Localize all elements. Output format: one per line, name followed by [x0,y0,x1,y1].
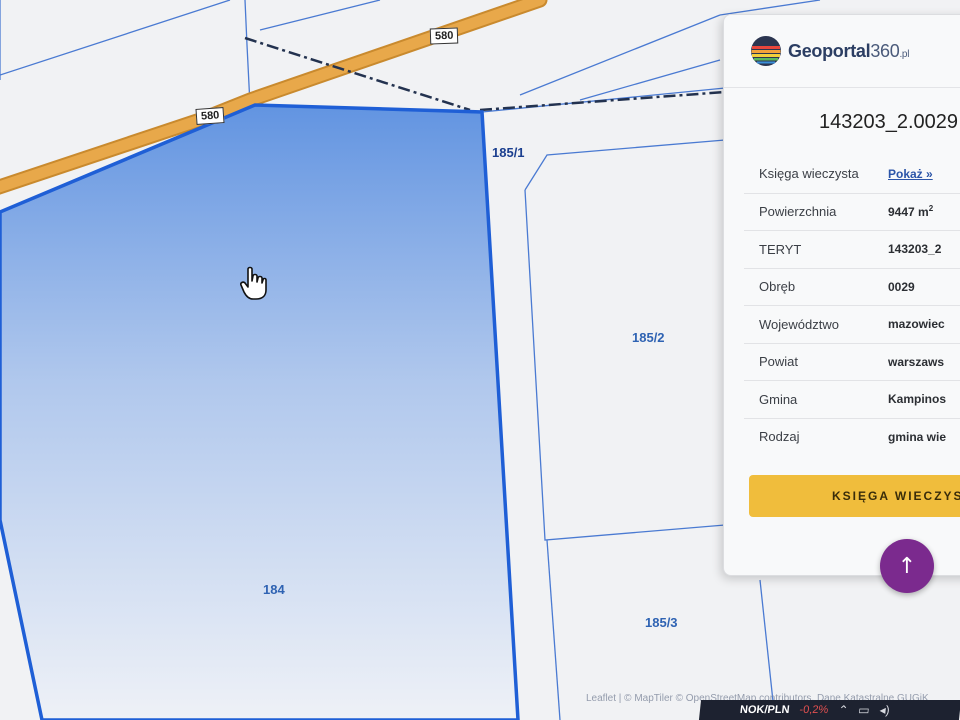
rodzaj-value: gmina wie [888,429,947,444]
brand-logo[interactable]: Geoportal360.pl [750,33,909,69]
area-value: 9447 m2 [888,204,933,219]
scroll-up-button[interactable]: ↑ [880,539,934,593]
parcel-label-185-3[interactable]: 185/3 [645,615,678,630]
brand-tld: .pl [899,48,910,60]
info-row-rodzaj: Rodzaj gmina wie [744,417,960,456]
info-key: Rodzaj [759,429,800,445]
parcel-info-popup: Geoportal360.pl 143203_2.0029 Księga wie… [723,14,960,576]
parcel-label-185-1[interactable]: 185/1 [492,145,525,160]
powiat-value: warszaws [888,354,945,369]
hand-pointer-cursor-icon [240,266,267,300]
currency-ticker[interactable]: NOK/PLN [739,704,790,716]
area-number: 9447 m [888,205,929,220]
info-key: Obręb [759,279,796,295]
gmina-value: Kampinos [888,392,947,407]
parcel-id-title: 143203_2.0029 [819,111,959,133]
info-row-teryt: TERYT 143203_2 [744,230,960,268]
selected-parcel-184[interactable] [0,103,520,720]
os-taskbar: NOK/PLN -0,2% ⌃ ▭ ◂) [698,700,960,720]
brand-name-text: Geoportal [788,40,871,61]
arrow-up-icon: ↑ [897,553,917,579]
ksiega-show-link[interactable]: Pokaż » [888,167,933,181]
info-row-wojewodztwo: Województwo mazowiec [744,305,960,343]
info-key: Księga wieczysta [759,166,859,182]
info-key: Powierzchnia [759,204,837,220]
info-row-ksiega: Księga wieczysta Pokaż » [744,155,960,193]
currency-change: -0,2% [798,704,829,716]
info-row-powiat: Powiat warszaws [744,342,960,381]
info-key: Powiat [759,354,799,370]
teryt-value: 143203_2 [888,242,942,257]
road-shield-580: 580 [429,27,459,45]
popup-divider [724,87,960,88]
brand-name: Geoportal360.pl [788,41,909,62]
ksiega-wieczysta-button[interactable]: KSIĘGA WIECZYSTA [749,475,960,517]
area-unit-exponent: 2 [928,204,934,214]
info-key: Województwo [759,316,839,332]
network-icon[interactable]: ▭ [858,703,871,717]
wojewodztwo-value: mazowiec [888,317,945,332]
info-row-obreb: Obręb 0029 [744,267,960,306]
info-key: Gmina [759,391,798,407]
volume-icon[interactable]: ◂) [879,703,891,717]
brand-number: 360 [870,40,900,61]
chevron-up-icon[interactable]: ⌃ [838,703,850,717]
road-shield-580: 580 [195,107,225,125]
info-key: TERYT [759,241,802,257]
parcel-label-184[interactable]: 184 [263,582,285,597]
obreb-value: 0029 [888,279,915,294]
info-row-gmina: Gmina Kampinos [744,380,960,418]
geoportal-logo-icon [751,36,781,66]
info-row-area: Powierzchnia 9447 m2 [744,192,960,231]
parcel-label-185-2[interactable]: 185/2 [632,330,665,345]
parcel-info-table: Księga wieczysta Pokaż » Powierzchnia 94… [744,155,960,455]
